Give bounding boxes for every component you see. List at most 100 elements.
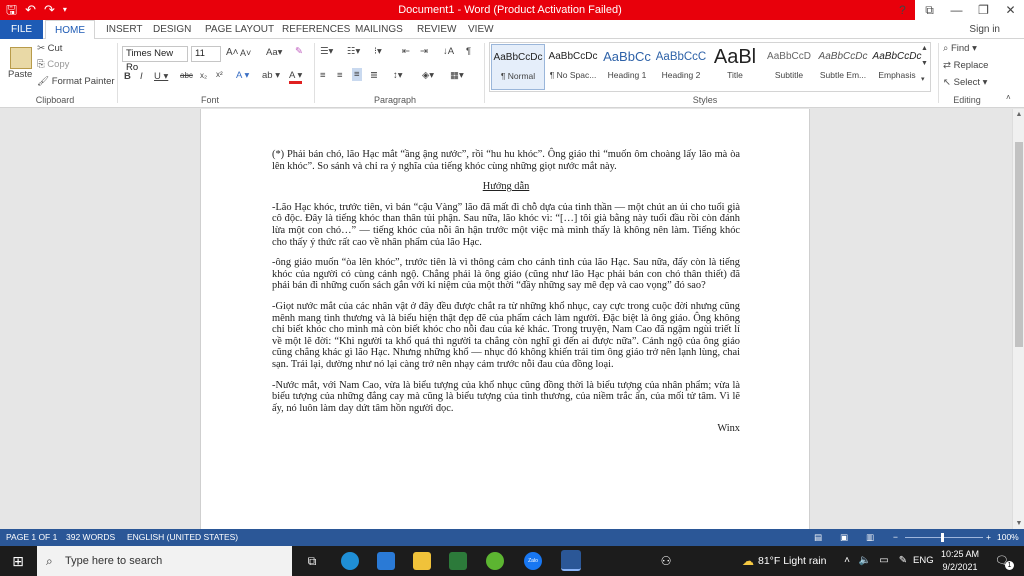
bold-button[interactable]: B — [124, 71, 131, 82]
restore-button[interactable]: ❐ — [970, 0, 997, 20]
show-hidden-icons-icon[interactable]: ˄ — [840, 546, 854, 576]
shrink-font-button[interactable]: A˅ — [240, 48, 251, 58]
close-button[interactable]: ✕ — [997, 0, 1024, 20]
font-size-box[interactable]: 11 — [191, 46, 221, 62]
borders-icon[interactable]: ▦▾ — [450, 70, 464, 81]
align-right-icon[interactable]: ≡ — [352, 68, 362, 81]
style-emphasis[interactable]: AaBbCcDc Emphasis — [870, 44, 924, 90]
paste-button[interactable]: Paste — [8, 69, 32, 80]
find-button[interactable]: ⌕ Find ▾ — [943, 43, 977, 54]
language-indicator[interactable]: ENGLISH (UNITED STATES) — [127, 529, 238, 546]
weather-text[interactable]: 81°F Light rain — [758, 546, 826, 576]
save-icon[interactable]: 🖫 — [6, 1, 17, 19]
sign-in-link[interactable]: Sign in — [969, 20, 1000, 39]
styles-scroll-up-icon[interactable]: ▲ — [921, 45, 928, 52]
store-icon[interactable] — [449, 552, 467, 570]
web-layout-icon[interactable]: ▥ — [866, 529, 874, 546]
tab-references[interactable]: REFERENCES — [282, 20, 350, 39]
undo-icon[interactable]: ↶ — [25, 1, 36, 19]
pen-icon[interactable]: ✎ — [896, 546, 910, 576]
ribbon-display-button[interactable]: ⧉ — [916, 0, 943, 20]
decrease-indent-icon[interactable]: ⇤ — [402, 46, 410, 57]
collapse-ribbon-icon[interactable]: ˄ — [1006, 93, 1011, 102]
document-body[interactable]: (*) Phải bán chó, lão Hạc mắt “ầng ậng n… — [272, 149, 740, 444]
bullets-icon[interactable]: ☰▾ — [320, 46, 333, 57]
line-spacing-icon[interactable]: ↕▾ — [393, 70, 403, 81]
tab-file[interactable]: FILE — [0, 20, 43, 39]
help-button[interactable]: ? — [889, 0, 916, 20]
align-center-icon[interactable]: ≡ — [337, 70, 343, 81]
app-icon[interactable] — [486, 552, 504, 570]
font-name-box[interactable]: Times New Ro — [122, 46, 188, 73]
redo-icon[interactable]: ↷ — [44, 1, 55, 19]
windows-start-icon[interactable]: ⊞ — [0, 546, 36, 576]
style-subtle-emphasis[interactable]: AaBbCcDc Subtle Em... — [816, 44, 870, 90]
style-subtitle[interactable]: AaBbCcD Subtitle — [762, 44, 816, 90]
scroll-down-icon[interactable]: ▼ — [1013, 520, 1024, 527]
word-count[interactable]: 392 WORDS — [66, 529, 115, 546]
format-painter-button[interactable]: 🖌 Format Painter — [37, 76, 115, 87]
vertical-scrollbar[interactable]: ▲ ▼ — [1012, 109, 1024, 529]
style-heading-2[interactable]: AaBbCcC Heading 2 — [654, 44, 708, 90]
font-color-icon[interactable]: A ▾ — [289, 70, 303, 84]
align-left-icon[interactable]: ≡ — [320, 70, 326, 81]
clock[interactable]: 10:25 AM 9/2/2021 — [940, 548, 980, 574]
edge-icon[interactable] — [341, 552, 359, 570]
tab-home[interactable]: HOME — [45, 20, 95, 40]
customize-qat-icon[interactable]: ▾ — [63, 1, 67, 19]
increase-indent-icon[interactable]: ⇥ — [420, 46, 428, 57]
select-button[interactable]: ↖ Select ▾ — [943, 77, 987, 88]
copy-button[interactable]: ⎘ Copy — [37, 59, 69, 70]
scrollbar-thumb[interactable] — [1015, 142, 1023, 347]
scroll-up-icon[interactable]: ▲ — [1013, 111, 1024, 118]
grow-font-button[interactable]: A˄ — [226, 47, 239, 58]
highlight-color-icon[interactable]: ab ▾ — [262, 70, 280, 81]
styles-scroll-down-icon[interactable]: ▼ — [921, 60, 928, 67]
input-language[interactable]: ENG — [913, 546, 934, 576]
subscript-button[interactable]: x₂ — [200, 71, 207, 80]
file-explorer-icon[interactable] — [413, 552, 431, 570]
print-layout-icon[interactable]: ▣ — [840, 529, 848, 546]
task-view-icon[interactable]: ⧉ — [300, 546, 324, 576]
taskbar-search-box[interactable]: ⌕ Type here to search — [37, 546, 292, 576]
people-icon[interactable]: ⚇ — [656, 546, 676, 576]
style-title[interactable]: AaBl Title — [708, 44, 762, 90]
zoom-out-icon[interactable]: − — [893, 529, 898, 546]
clear-formatting-icon[interactable]: ✎ — [295, 46, 303, 57]
sort-icon[interactable]: ↓A — [443, 46, 454, 57]
zoom-slider-thumb[interactable] — [941, 533, 944, 542]
document-page[interactable]: (*) Phải bán chó, lão Hạc mắt “ầng ậng n… — [200, 109, 810, 529]
zalo-icon[interactable]: Zalo — [524, 552, 542, 570]
change-case-button[interactable]: Aa▾ — [266, 47, 282, 58]
cut-button[interactable]: ✂ Cut — [37, 43, 62, 54]
read-mode-icon[interactable]: ▤ — [814, 529, 822, 546]
styles-more-icon[interactable]: ▾ — [921, 75, 925, 83]
shading-icon[interactable]: ◈▾ — [422, 70, 434, 81]
volume-icon[interactable]: 🔈 — [858, 546, 872, 576]
style-no-spacing[interactable]: AaBbCcDc ¶ No Spac... — [546, 44, 600, 90]
show-formatting-icon[interactable]: ¶ — [466, 46, 471, 57]
style-normal[interactable]: AaBbCcDc ¶ Normal — [491, 44, 545, 90]
tab-view[interactable]: VIEW — [468, 20, 494, 39]
strikethrough-button[interactable]: abc — [180, 71, 193, 80]
mail-icon[interactable] — [377, 552, 395, 570]
italic-button[interactable]: I — [140, 71, 143, 82]
zoom-level[interactable]: 100% — [997, 529, 1019, 546]
zoom-slider-track[interactable] — [905, 537, 983, 538]
zoom-in-icon[interactable]: + — [986, 529, 991, 546]
text-effects-icon[interactable]: A ▾ — [236, 70, 249, 81]
tab-design[interactable]: DESIGN — [153, 20, 191, 39]
style-heading-1[interactable]: AaBbCc Heading 1 — [600, 44, 654, 90]
tab-insert[interactable]: INSERT — [106, 20, 143, 39]
tab-page-layout[interactable]: PAGE LAYOUT — [205, 20, 274, 39]
minimize-button[interactable]: — — [943, 0, 970, 20]
superscript-button[interactable]: x² — [216, 70, 223, 79]
underline-button[interactable]: U ▾ — [154, 71, 168, 82]
paste-icon[interactable] — [10, 47, 32, 69]
tab-review[interactable]: REVIEW — [417, 20, 456, 39]
tab-mailings[interactable]: MAILINGS — [355, 20, 403, 39]
network-icon[interactable]: ▭ — [876, 546, 892, 576]
numbering-icon[interactable]: ☷▾ — [347, 46, 360, 57]
word-taskbar-icon[interactable] — [561, 550, 581, 571]
page-count[interactable]: PAGE 1 OF 1 — [6, 529, 57, 546]
